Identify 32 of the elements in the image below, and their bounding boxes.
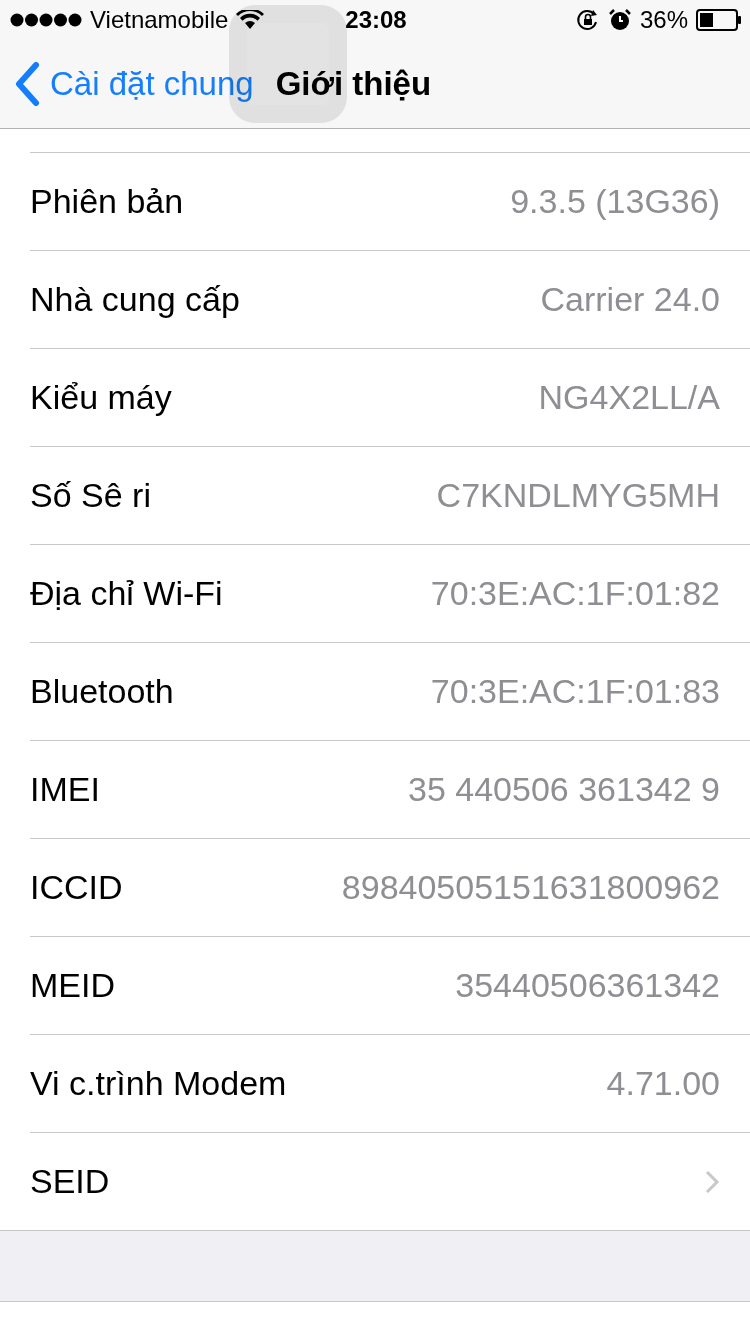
row-value: 70:3E:AC:1F:01:82 (430, 574, 720, 613)
row-label: Nhà cung cấp (30, 280, 240, 319)
battery-percent: 36% (639, 6, 688, 34)
row-value: 70:3E:AC:1F:01:83 (430, 672, 720, 711)
rotation-lock-icon (575, 8, 600, 32)
battery-icon (696, 9, 742, 31)
alarm-icon (607, 8, 632, 32)
screen-title: Giới thiệu (275, 65, 432, 103)
wifi-icon (236, 10, 265, 30)
row-value: 35440506361342 (455, 966, 720, 1005)
row-value: 35 440506 361342 9 (408, 770, 720, 809)
row-label: Vi c.trình Modem (30, 1064, 287, 1103)
row-value: NG4X2LL/A (538, 378, 720, 417)
signal-icon (10, 13, 82, 27)
row-value: 9.3.5 (13G36) (510, 182, 720, 221)
back-button[interactable]: Cài đặt chung (14, 62, 254, 106)
row-label: IMEI (30, 770, 100, 809)
row-value: 89840505151631800962 (341, 868, 720, 907)
status-time: 23:08 (345, 6, 407, 34)
row-label: Kiểu máy (30, 378, 172, 417)
row-label: Số Sê ri (30, 476, 151, 515)
row-value: Carrier 24.0 (540, 280, 720, 319)
row-label: Địa chỉ Wi-Fi (30, 574, 223, 613)
row-label: Phiên bản (30, 182, 184, 221)
row-value: C7KNDLMYG5MH (436, 476, 720, 515)
back-chevron-icon (14, 62, 40, 106)
row-label: SEID (30, 1162, 110, 1201)
row-value: 4.71.00 (606, 1064, 720, 1103)
carrier-name: Vietnamobile (90, 6, 229, 34)
row-label: ICCID (30, 868, 123, 907)
row-label: MEID (30, 966, 115, 1005)
row-label: Bluetooth (30, 672, 174, 711)
